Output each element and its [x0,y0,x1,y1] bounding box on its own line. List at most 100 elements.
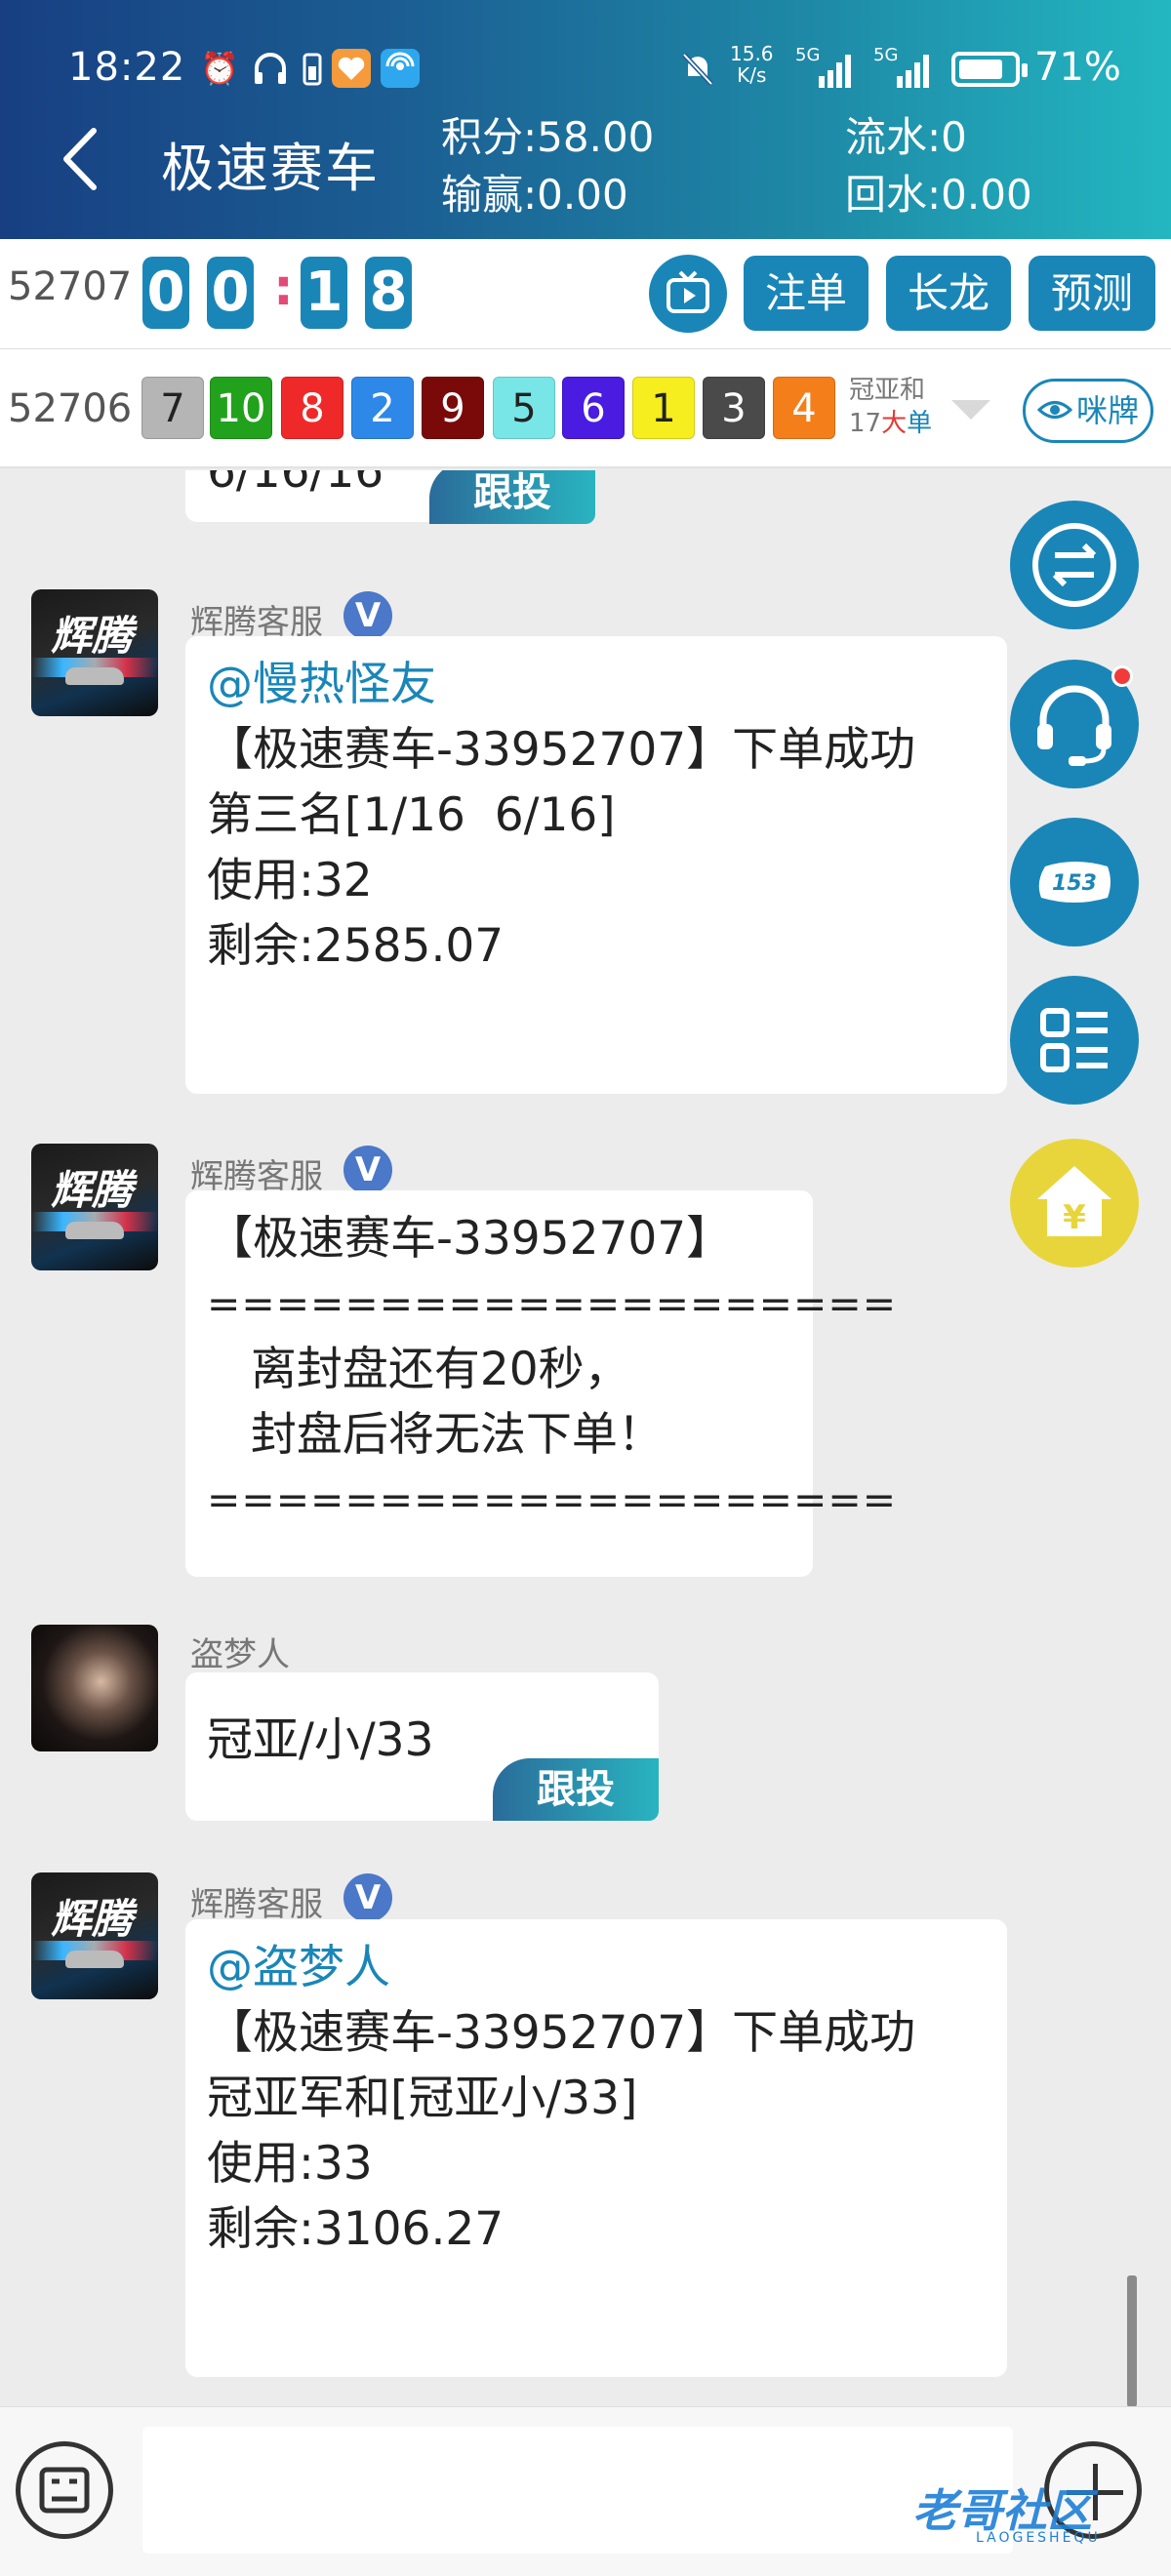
message-line: 冠亚军和[冠亚小/33] [207,2072,638,2125]
mipai-label: 咪牌 [1075,392,1139,429]
message-line: 【极速赛车-33952707】 [207,1212,733,1266]
app-header: 18:22 ⏰ 15.6 K/s 5G 5G 71% 极速赛车 积分:58.00… [0,0,1171,239]
mute-bell-icon [678,49,717,88]
chat-list[interactable]: 6/16/16 跟投 辉腾 辉腾客服 V @慢热怪友 【极速赛车-3395270… [0,470,1171,2406]
sum-value-line: 17大单 [849,407,932,440]
message-line: 【极速赛车-33952707】下单成功 [207,723,916,777]
result-ball: 8 [281,377,343,439]
page-title: 极速赛车 [161,138,380,199]
sum-big: 大 [881,409,908,438]
countdown-digit: 1 [301,257,347,329]
live-tv-button[interactable] [649,255,727,333]
countdown-digit: 0 [207,257,254,329]
hotspot-app-icon [381,49,420,88]
eye-icon [1037,401,1072,419]
watermark-sub: LAOGESHEQU [976,2530,1101,2546]
mipai-button[interactable]: 咪牌 [1023,379,1153,443]
last-result-bar: 52706 7 10 8 2 9 5 6 1 3 4 冠亚和 17大单 咪牌 [0,349,1171,468]
countdown-digit: 8 [365,257,412,329]
message-line: 使用:33 [207,2137,373,2191]
message-line: 【极速赛车-33952707】下单成功 [207,2006,916,2060]
current-round-number: 52707 [8,264,133,309]
avatar[interactable] [31,1625,158,1751]
message-line: 使用:32 [207,854,373,907]
countdown-separator: : [273,259,294,317]
input-bar: 老哥社区 LAOGESHEQU [0,2406,1171,2576]
mention[interactable]: @慢热怪友 [207,652,986,717]
back-arrow-icon[interactable] [59,125,101,193]
message-line: 剩余:3106.27 [207,2202,505,2256]
bet-slip-button[interactable]: 注单 [744,256,868,331]
result-ball: 4 [773,377,835,439]
keyboard-icon [39,2467,90,2514]
result-ball: 5 [493,377,555,439]
chat-bubble: @慢热怪友 【极速赛车-33952707】下单成功 第三名[1/16 6/16]… [185,636,1007,1094]
result-ball: 1 [632,377,695,439]
avatar-text: 辉腾 [51,1166,134,1214]
avatar-text: 辉腾 [51,612,134,660]
win-loss-stat: 输赢:0.00 [441,171,628,219]
points-stat: 积分:58.00 [441,113,655,161]
message-line: 第三名[1/16 6/16] [207,788,616,842]
153-badge-icon: 153 [1038,862,1110,903]
sender-name: 盗梦人 [190,1635,290,1674]
message-line: 剩余:2585.07 [207,919,505,973]
countdown-digit: 0 [142,257,189,329]
message-input[interactable] [142,2427,1013,2554]
round-bar: 52707 0 0 : 1 8 注单 长龙 预测 [0,239,1171,349]
home-yuan-symbol: ¥ [1063,1198,1086,1237]
battery-percent: 71% [1034,45,1121,90]
sum-odd: 单 [907,409,933,438]
switch-fab-button[interactable] [1010,501,1139,629]
expand-results-icon[interactable] [951,400,990,420]
message-text: 6/16/16 [207,470,384,499]
follow-bet-button[interactable]: 跟投 [493,1758,659,1821]
scrollbar[interactable] [1127,2275,1137,2407]
dragon-button[interactable]: 长龙 [886,256,1011,331]
customer-service-button[interactable] [1010,660,1139,788]
alarm-icon: ⏰ [200,50,239,87]
avatar[interactable]: 辉腾 [31,589,158,716]
avatar-text: 辉腾 [51,1895,134,1943]
status-time: 18:22 [68,45,186,90]
notification-dot [1111,665,1133,687]
follow-bet-button[interactable]: 跟投 [429,470,595,524]
mention[interactable]: @盗梦人 [207,1935,986,2000]
verified-badge-icon: V [343,591,392,640]
avatar[interactable]: 辉腾 [31,1872,158,1999]
rebate-stat: 回水:0.00 [845,171,1032,219]
keyboard-toggle-button[interactable] [16,2441,113,2539]
result-ball: 3 [703,377,765,439]
chat-bubble: @盗梦人 【极速赛车-33952707】下单成功 冠亚军和[冠亚小/33] 使用… [185,1919,1007,2377]
last-round-number: 52706 [8,386,133,431]
message-line: ==================== [207,1280,898,1327]
verified-badge-icon: V [343,1873,392,1922]
home-fab-button[interactable]: ¥ [1010,1139,1139,1268]
sum-summary: 冠亚和 17大单 [849,374,932,440]
tv-icon [666,270,709,313]
chat-bubble: 【极速赛车-33952707】 ==================== 离封盘… [185,1190,898,1577]
verified-badge-icon: V [343,1146,392,1194]
menu-fab-button[interactable] [1010,976,1139,1105]
result-ball: 2 [351,377,414,439]
battery-icon [951,52,1028,87]
result-ball: 7 [141,377,204,439]
phone-battery-icon [293,49,332,88]
result-ball: 10 [210,377,272,439]
headphones-icon [251,49,290,88]
result-ball: 9 [422,377,484,439]
result-ball: 6 [562,377,625,439]
sim1-label: 5G [795,45,821,65]
signal-strength-icon: 5G [795,45,864,90]
badge-fab-button[interactable]: 153 [1010,818,1139,946]
predict-button[interactable]: 预测 [1029,256,1155,331]
badge-text: 153 [1052,871,1097,896]
home-yuan-icon: ¥ [1037,1166,1111,1237]
sum-value: 17 [849,409,882,438]
avatar[interactable]: 辉腾 [31,1144,158,1270]
status-bar: 18:22 ⏰ 15.6 K/s 5G 5G 71% [0,39,1171,98]
heart-app-icon [332,49,371,88]
message-line: 离封盘还有20秒， [207,1343,630,1396]
signal-strength-2-icon: 5G [873,45,942,90]
list-menu-icon [1040,1008,1108,1072]
